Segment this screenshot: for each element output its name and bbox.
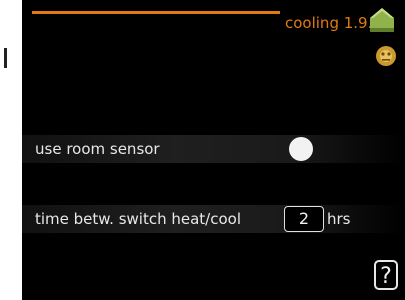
setting-label-use-room-sensor: use room sensor (35, 140, 160, 158)
setting-row-use-room-sensor[interactable]: use room sensor (22, 135, 405, 163)
header-line (32, 11, 280, 14)
use-room-sensor-toggle[interactable] (289, 137, 313, 161)
house-icon (370, 8, 394, 32)
switch-time-value-field[interactable]: 2 (284, 206, 324, 232)
setting-label-switch-time: time betw. switch heat/cool (35, 210, 242, 228)
switch-time-unit: hrs (327, 210, 351, 228)
sensor-icon (376, 46, 396, 66)
setting-row-switch-time[interactable]: time betw. switch heat/cool 2 hrs (22, 205, 405, 233)
help-button[interactable]: ? (374, 260, 398, 290)
display-screen: cooling 1.9.5 use room sensor time betw.… (22, 0, 405, 300)
